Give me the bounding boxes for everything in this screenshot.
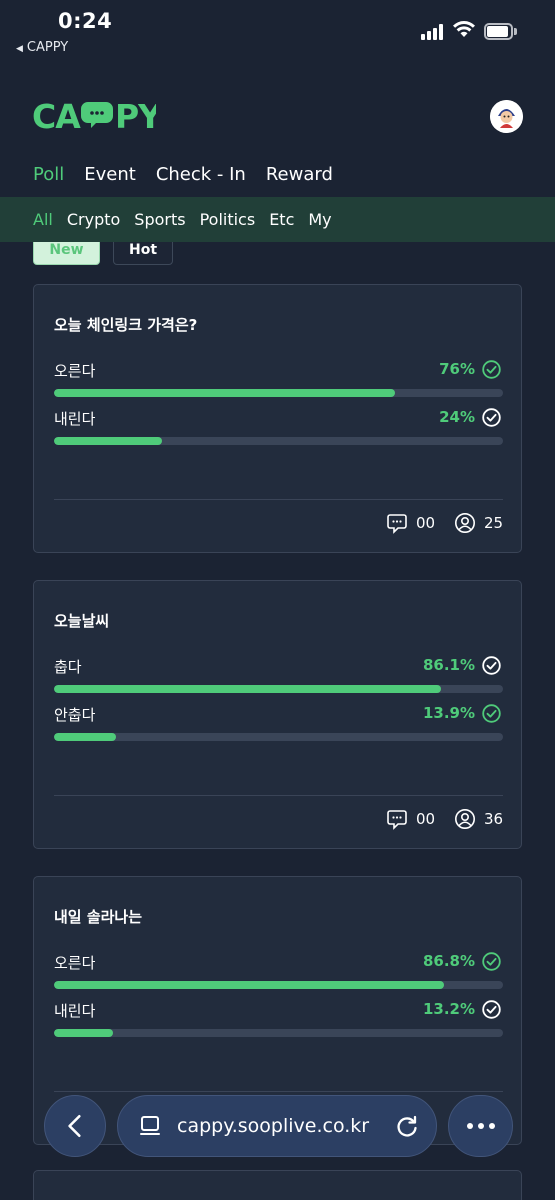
svg-text:PY: PY	[115, 97, 156, 136]
comment-count[interactable]: 00	[386, 512, 435, 534]
poll-question: 오늘 체인링크 가격은?	[54, 316, 198, 334]
check-circle-icon[interactable]	[482, 1000, 501, 1019]
cellular-signal-icon	[421, 24, 447, 40]
poll-progress-fill	[54, 733, 117, 741]
browser-back-button[interactable]	[44, 1095, 106, 1157]
participant-count-value: 25	[484, 514, 504, 532]
tab-event[interactable]: Event	[84, 164, 136, 185]
status-bar: 0:24 ◀ CAPPY	[0, 0, 555, 62]
poll-option-percent: 86.8%	[422, 952, 475, 970]
comment-icon	[387, 514, 407, 534]
participant-count: 36	[454, 808, 503, 830]
back-to-app-link[interactable]: ◀ CAPPY	[16, 40, 68, 55]
poll-option-label[interactable]: 안춥다	[54, 704, 95, 725]
sort-new-button[interactable]: New	[33, 242, 100, 265]
poll-option-label[interactable]: 내린다	[54, 1000, 95, 1021]
participant-count-value: 36	[484, 810, 504, 828]
browser-url: cappy.sooplive.co.kr	[177, 1115, 370, 1137]
poll-progress-bar	[54, 685, 503, 693]
poll-progress-fill	[54, 389, 396, 397]
user-icon	[455, 809, 475, 829]
participant-count: 25	[454, 512, 503, 534]
more-dot-icon	[488, 1123, 495, 1129]
category-politics[interactable]: Politics	[200, 210, 256, 229]
tab-poll[interactable]: Poll	[33, 164, 64, 185]
category-crypto[interactable]: Crypto	[67, 210, 120, 229]
check-circle-icon[interactable]	[482, 656, 501, 675]
comment-icon	[387, 810, 407, 830]
poll-progress-bar	[54, 437, 503, 445]
card-divider	[54, 499, 503, 500]
more-dot-icon	[466, 1123, 473, 1129]
poll-question: 오늘날씨	[54, 612, 110, 630]
category-all[interactable]: All	[33, 210, 53, 229]
cappy-logo[interactable]: CA PY	[32, 96, 156, 136]
poll-question: 내일 솔라나는	[54, 908, 143, 926]
svg-text:CA: CA	[32, 97, 81, 136]
comment-count-value: 00	[416, 810, 436, 828]
browser-more-button[interactable]	[448, 1095, 513, 1157]
poll-option-percent: 86.1%	[422, 656, 475, 674]
status-time: 0:24	[58, 9, 113, 33]
poll-card[interactable]	[33, 1170, 522, 1200]
sort-hot-button[interactable]: Hot	[113, 242, 173, 265]
page-tabs-icon	[140, 1116, 160, 1135]
poll-progress-fill	[54, 685, 441, 693]
card-divider	[54, 795, 503, 796]
user-avatar[interactable]	[490, 100, 523, 133]
poll-progress-bar	[54, 389, 503, 397]
poll-progress-bar	[54, 1029, 503, 1037]
reload-icon[interactable]	[394, 1114, 420, 1140]
poll-option-percent: 13.2%	[422, 1000, 475, 1018]
main-tabs: Poll Event Check - In Reward	[33, 164, 333, 185]
wifi-icon	[453, 21, 475, 37]
tab-check-in[interactable]: Check - In	[156, 164, 246, 185]
back-app-label: CAPPY	[26, 40, 69, 55]
poll-progress-fill	[54, 437, 162, 445]
check-circle-icon[interactable]	[482, 704, 501, 723]
poll-option-label[interactable]: 오른다	[54, 952, 95, 973]
comment-count-value: 00	[416, 514, 436, 532]
poll-option-percent: 13.9%	[422, 704, 475, 722]
avatar-image	[490, 100, 523, 133]
poll-progress-fill	[54, 1029, 114, 1037]
sort-toggle: New Hot	[33, 242, 233, 266]
tab-reward[interactable]: Reward	[266, 164, 333, 185]
browser-address-bar[interactable]: cappy.sooplive.co.kr	[117, 1095, 437, 1157]
poll-card[interactable]: 오늘 체인링크 가격은? 오른다 76% 내린다 24% 00 25	[33, 284, 522, 553]
back-triangle-icon: ◀	[16, 44, 23, 54]
check-circle-icon[interactable]	[482, 408, 501, 427]
comment-count[interactable]: 00	[386, 808, 435, 830]
card-divider	[54, 1091, 503, 1092]
poll-option-percent: 24%	[439, 408, 475, 426]
poll-progress-bar	[54, 981, 503, 989]
user-icon	[455, 513, 475, 533]
poll-option-label[interactable]: 춥다	[54, 656, 82, 677]
category-my[interactable]: My	[308, 210, 331, 229]
battery-icon	[484, 23, 517, 40]
more-dot-icon	[477, 1123, 484, 1129]
category-etc[interactable]: Etc	[269, 210, 294, 229]
category-sports[interactable]: Sports	[134, 210, 185, 229]
poll-option-label[interactable]: 오른다	[54, 360, 95, 381]
check-circle-icon[interactable]	[482, 952, 501, 971]
category-bar: All Crypto Sports Politics Etc My	[0, 197, 555, 242]
poll-option-label[interactable]: 내린다	[54, 408, 95, 429]
poll-progress-fill	[54, 981, 444, 989]
poll-card[interactable]: 오늘날씨 춥다 86.1% 안춥다 13.9% 00 36	[33, 580, 522, 849]
check-circle-icon[interactable]	[482, 360, 501, 379]
chevron-left-icon	[68, 1114, 81, 1138]
poll-option-percent: 76%	[439, 360, 475, 378]
poll-progress-bar	[54, 733, 503, 741]
